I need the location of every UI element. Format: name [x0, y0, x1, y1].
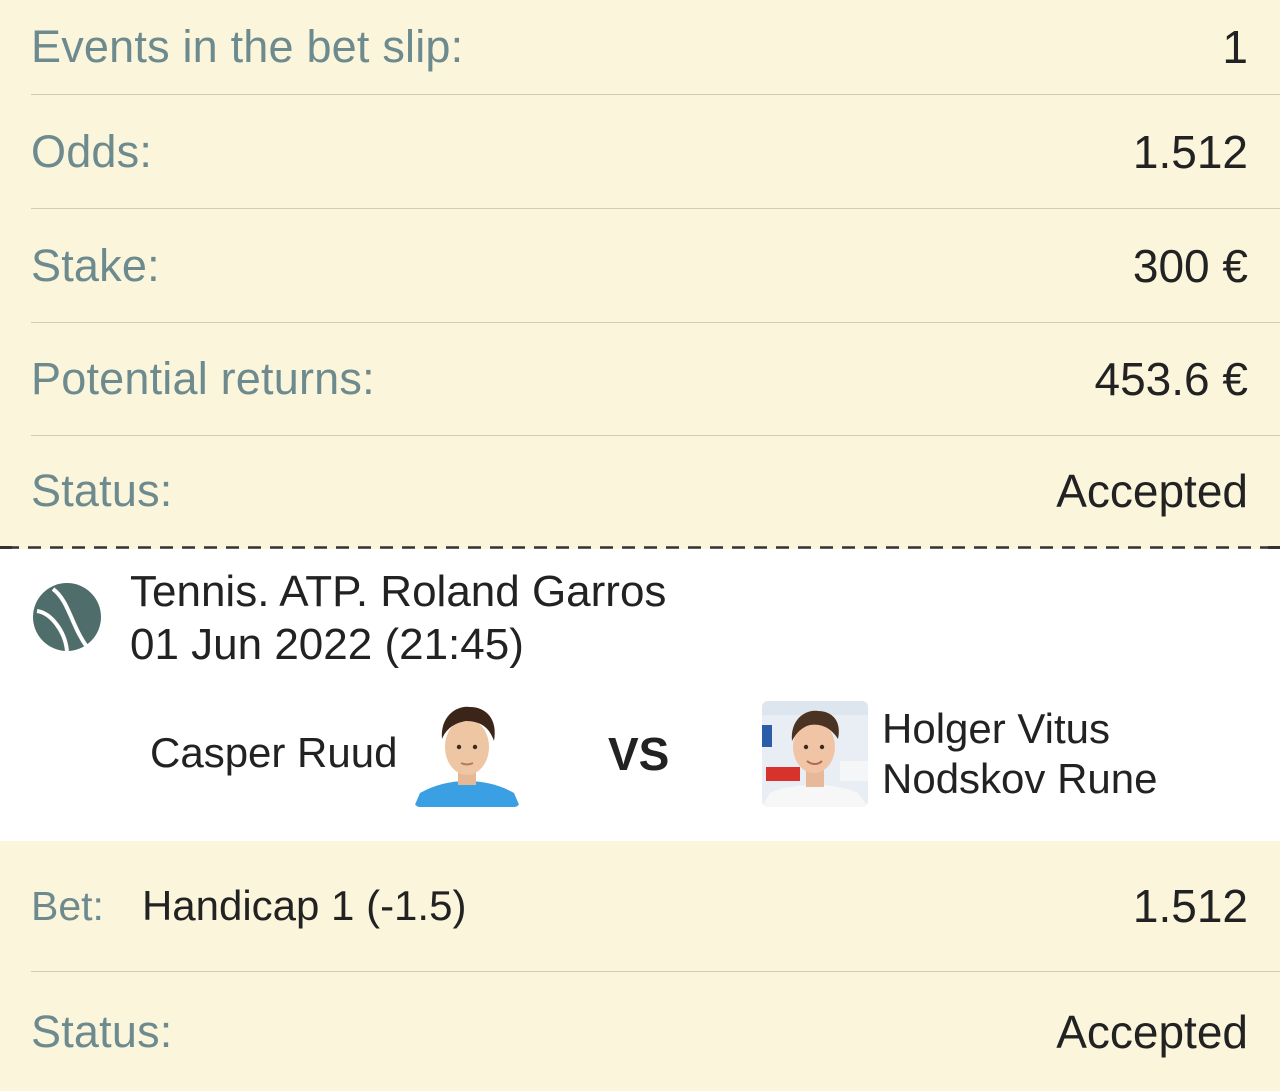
- team2-name: Holger Vitus Nodskov Rune: [882, 704, 1262, 804]
- event-title: Tennis. ATP. Roland Garros: [130, 567, 667, 616]
- bet-summary: Events in the bet slip: 1 Odds: 1.512 St…: [0, 0, 1280, 547]
- events-count-row: Events in the bet slip: 1: [31, 0, 1280, 94]
- odds-label: Odds:: [31, 125, 153, 177]
- team2-avatar: [762, 701, 868, 807]
- bet-row: Bet: Handicap 1 (-1.5) 1.512: [31, 841, 1280, 971]
- events-count-value: 1: [1222, 21, 1248, 73]
- bet-status-label: Status:: [31, 1005, 173, 1057]
- team1-name: Casper Ruud: [150, 729, 398, 776]
- tennis-ball-icon: [33, 583, 101, 652]
- stake-label: Stake:: [31, 239, 160, 291]
- events-count-label: Events in the bet slip:: [31, 21, 464, 72]
- potential-returns-value: 453.6 €: [1094, 353, 1248, 405]
- team2-name-line1: Holger Vitus: [882, 705, 1111, 752]
- event-date: 01 Jun 2022 (21:45): [130, 620, 524, 669]
- potential-returns-label: Potential returns:: [31, 353, 375, 404]
- bet-label: Bet:: [31, 883, 104, 929]
- status-label: Status:: [31, 465, 173, 516]
- status-row: Status: Accepted: [31, 436, 1280, 546]
- bet-status-value: Accepted: [1056, 1005, 1248, 1058]
- status-value: Accepted: [1056, 465, 1248, 517]
- odds-value: 1.512: [1132, 125, 1248, 178]
- potential-returns-row: Potential returns: 453.6 €: [31, 323, 1280, 435]
- bet-status-row: Status: Accepted: [31, 972, 1280, 1091]
- vs-label: VS: [608, 728, 670, 780]
- team1-avatar: [414, 701, 520, 807]
- odds-row: Odds: 1.512: [31, 95, 1280, 208]
- bet-details: Bet: Handicap 1 (-1.5) 1.512 Status: Acc…: [0, 841, 1280, 1091]
- stake-row: Stake: 300 €: [31, 209, 1280, 322]
- event-card[interactable]: Tennis. ATP. Roland Garros 01 Jun 2022 (…: [0, 549, 1280, 841]
- bet-label-group: Bet: Handicap 1 (-1.5): [31, 882, 466, 930]
- bet-market: Handicap 1 (-1.5): [141, 882, 467, 929]
- bet-odds: 1.512: [1132, 880, 1248, 932]
- team2-name-line2: Nodskov Rune: [882, 755, 1158, 802]
- stake-value: 300 €: [1132, 239, 1248, 292]
